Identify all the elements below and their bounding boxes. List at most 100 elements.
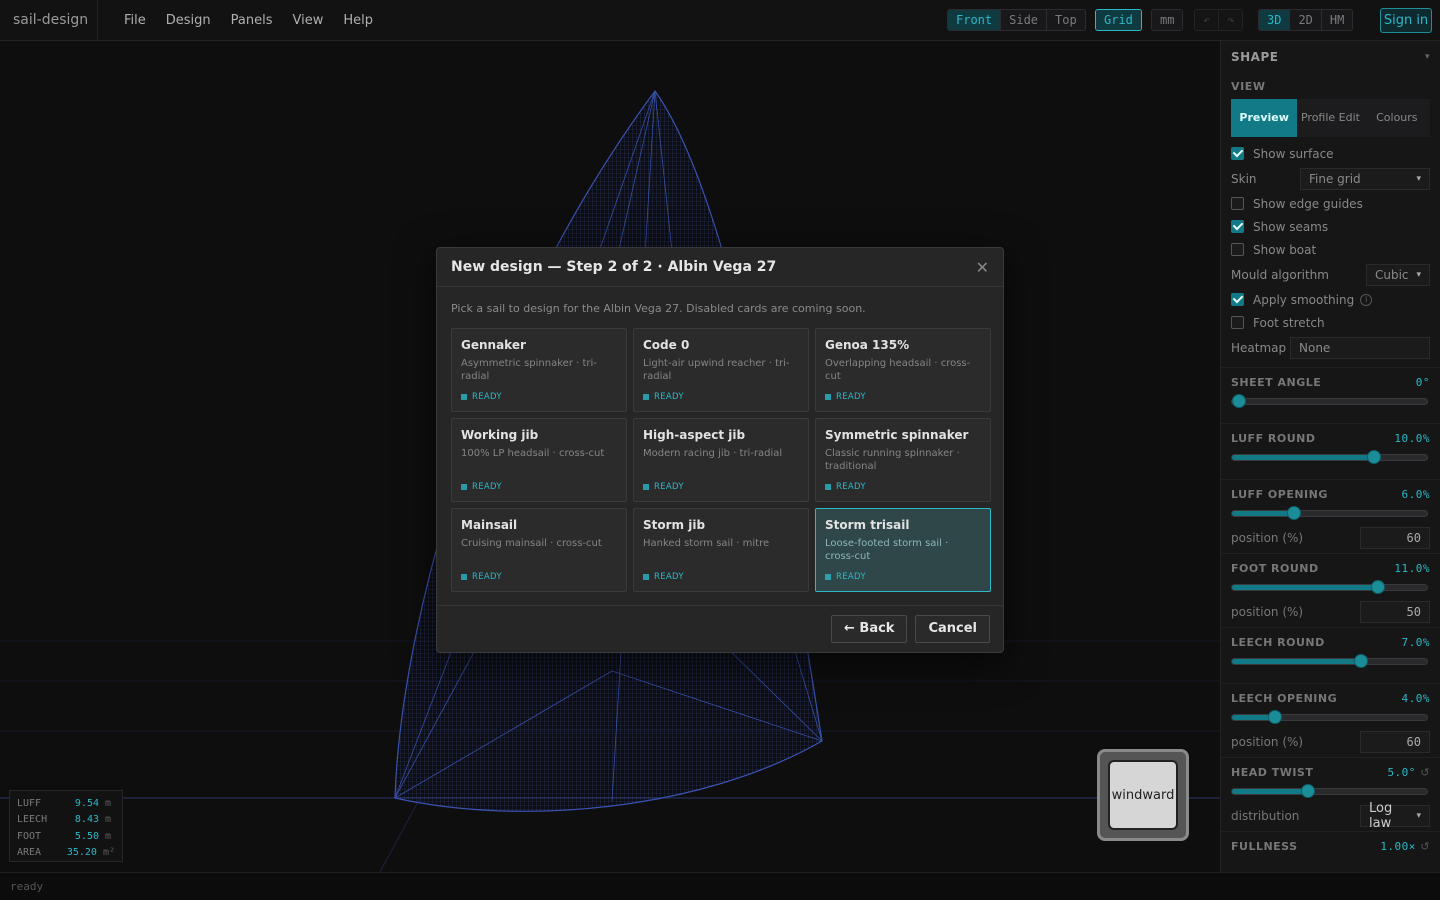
slider-track[interactable]: [1231, 394, 1428, 408]
sail-card-symmetric-spinnaker[interactable]: Symmetric spinnaker Classic running spinn…: [815, 418, 991, 502]
heatmap-select[interactable]: None: [1290, 336, 1430, 359]
checkbox-box[interactable]: [1231, 243, 1244, 256]
stat-label: FOOT: [17, 830, 42, 842]
card-subtitle: Classic running spinnaker · traditional: [825, 448, 960, 472]
reset-icon[interactable]: ↺: [1420, 766, 1430, 779]
foot-stretch-checkbox[interactable]: Foot stretch: [1221, 311, 1440, 334]
info-icon[interactable]: i: [1360, 293, 1373, 306]
checkbox-box[interactable]: [1231, 316, 1244, 329]
skin-label: Skin: [1231, 171, 1257, 186]
panel-header[interactable]: SHAPE ▾: [1221, 41, 1440, 72]
checkbox-box[interactable]: [1231, 147, 1244, 160]
position-input[interactable]: 50: [1360, 601, 1430, 623]
render-mode-group: 3D 2D HM: [1258, 9, 1354, 31]
sail-card-working-jib[interactable]: Working jib 100% LP headsail · cross-cut R…: [451, 418, 627, 502]
tab-preview[interactable]: Preview: [1231, 99, 1298, 137]
apply-smoothing-checkbox[interactable]: Apply smoothing i: [1221, 288, 1440, 311]
slider-knob[interactable]: [1371, 580, 1386, 594]
view-tabs: Preview Profile Edit Colours: [1231, 99, 1430, 137]
close-icon[interactable]: ✕: [976, 258, 989, 277]
status-badge: READY: [461, 392, 502, 402]
slider-knob[interactable]: [1301, 784, 1316, 798]
slider-value: 10.0%: [1394, 432, 1430, 445]
position-row: position (%) 60: [1221, 727, 1440, 757]
view-side-button[interactable]: Side: [1001, 10, 1048, 30]
slider-knob[interactable]: [1232, 394, 1246, 408]
checkbox-label: Show surface: [1253, 146, 1334, 161]
sail-card-code-0[interactable]: Code 0 Light-air upwind reacher · tri-rad…: [633, 328, 809, 412]
slider-luff-round: LUFF ROUND 10.0%: [1221, 423, 1440, 479]
view-front-button[interactable]: Front: [948, 10, 1002, 30]
slider-label: LEECH ROUND: [1231, 636, 1325, 649]
checkbox-label: Apply smoothing: [1253, 292, 1355, 307]
tab-profile-edit[interactable]: Profile Edit: [1297, 99, 1363, 137]
skin-select[interactable]: Fine grid ▾: [1300, 167, 1430, 190]
back-button[interactable]: ← Back: [831, 615, 908, 643]
skin-row: Skin Fine grid ▾: [1221, 165, 1440, 192]
slider-label: FOOT ROUND: [1231, 562, 1319, 575]
cancel-button[interactable]: Cancel: [915, 615, 990, 643]
card-title: Storm jib: [643, 518, 706, 532]
slider-label: LUFF ROUND: [1231, 432, 1316, 445]
menu-view[interactable]: View: [283, 0, 334, 41]
distribution-select[interactable]: Log law ▾: [1360, 801, 1430, 831]
undo-icon[interactable]: ↶: [1195, 10, 1220, 30]
slider-track[interactable]: [1231, 580, 1428, 594]
slider-track[interactable]: [1231, 654, 1428, 668]
sail-card-genoa-135[interactable]: Genoa 135% Overlapping headsail · cross-c…: [815, 328, 991, 412]
position-input[interactable]: 60: [1360, 527, 1430, 549]
menu-design[interactable]: Design: [156, 0, 221, 41]
distribution-row: distribution Log law ▾: [1221, 801, 1440, 831]
slider-knob[interactable]: [1287, 506, 1302, 520]
slider-track[interactable]: [1231, 450, 1428, 464]
sail-card-mainsail[interactable]: Mainsail Cruising mainsail · cross-cut REA…: [451, 508, 627, 592]
reset-icon[interactable]: ↺: [1420, 840, 1430, 853]
mode-2d-button[interactable]: 2D: [1290, 10, 1322, 30]
status-text: READY: [472, 482, 502, 492]
mode-hm-button[interactable]: HM: [1322, 10, 1352, 30]
brand-logo[interactable]: sail-design: [0, 0, 98, 41]
redo-icon[interactable]: ↷: [1219, 10, 1242, 30]
menu-help[interactable]: Help: [333, 0, 383, 41]
position-input[interactable]: 60: [1360, 731, 1430, 753]
stat-value: 9.54: [74, 797, 99, 809]
card-title: Gennaker: [461, 338, 526, 352]
sail-card-gennaker[interactable]: Gennaker Asymmetric spinnaker · tri-radia…: [451, 328, 627, 412]
chevron-down-icon: ▾: [1416, 811, 1421, 821]
show-seams-checkbox[interactable]: Show seams: [1221, 215, 1440, 238]
show-edge-guides-checkbox[interactable]: Show edge guides: [1221, 192, 1440, 215]
view-top-button[interactable]: Top: [1047, 10, 1085, 30]
show-surface-checkbox[interactable]: Show surface: [1221, 142, 1440, 165]
undo-redo-group: ↶ ↷: [1194, 9, 1244, 31]
sail-card-storm-jib[interactable]: Storm jib Hanked storm sail · mitre READY: [633, 508, 809, 592]
slider-knob[interactable]: [1353, 654, 1368, 668]
mode-3d-button[interactable]: 3D: [1259, 10, 1291, 30]
tab-colours[interactable]: Colours: [1364, 99, 1430, 137]
grid-button[interactable]: Grid: [1096, 10, 1141, 30]
sign-in-button[interactable]: Sign in: [1380, 8, 1432, 33]
checkbox-box[interactable]: [1231, 293, 1244, 306]
slider-track[interactable]: [1231, 710, 1428, 724]
slider-track[interactable]: [1231, 784, 1428, 798]
view-cube[interactable]: windward: [1097, 749, 1189, 841]
status-text: READY: [836, 572, 866, 582]
collapse-caret-icon[interactable]: ▾: [1425, 52, 1430, 62]
menu-file[interactable]: File: [114, 0, 156, 41]
dialog-header: New design — Step 2 of 2 · Albin Vega 27…: [437, 248, 1003, 287]
slider-knob[interactable]: [1267, 710, 1282, 724]
checkbox-box[interactable]: [1231, 197, 1244, 210]
menu-panels[interactable]: Panels: [221, 0, 283, 41]
position-row: position (%) 60: [1221, 523, 1440, 553]
card-subtitle: 100% LP headsail · cross-cut: [461, 448, 605, 459]
dimensions-readout: LUFF 9.54 m LEECH 8.43 m FOOT 5.50 m AREA 35.20…: [9, 790, 123, 862]
view-cube-face[interactable]: windward: [1108, 760, 1178, 830]
slider-track[interactable]: [1231, 506, 1428, 520]
checkbox-box[interactable]: [1231, 220, 1244, 233]
sail-card-storm-trisail[interactable]: Storm trisail Loose-footed storm sail · c…: [815, 508, 991, 592]
card-subtitle: Overlapping headsail · cross-cut: [825, 358, 971, 382]
mould-select[interactable]: Cubic ▾: [1366, 263, 1430, 286]
status-text: READY: [836, 392, 866, 402]
show-boat-checkbox[interactable]: Show boat: [1221, 238, 1440, 261]
sail-card-high-aspect-jib[interactable]: High-aspect jib Modern racing jib · tri-r…: [633, 418, 809, 502]
units-button[interactable]: mm: [1152, 10, 1182, 30]
